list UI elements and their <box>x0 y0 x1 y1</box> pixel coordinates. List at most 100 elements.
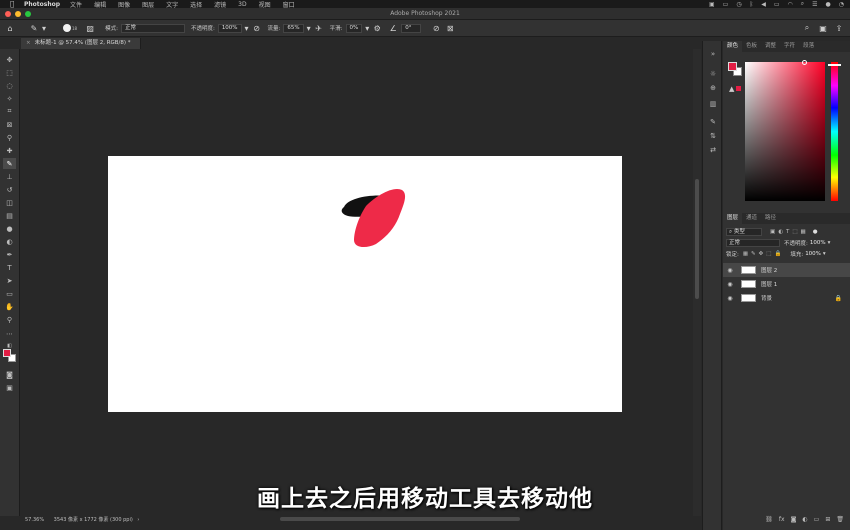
path-selection-tool-icon[interactable]: ➤ <box>3 275 16 286</box>
layer-filter-select[interactable]: ⌕ 类型 <box>726 227 762 236</box>
hue-slider[interactable] <box>831 62 838 201</box>
eraser-tool-icon[interactable]: ◫ <box>3 197 16 208</box>
screen-icon[interactable]: ▣ <box>709 1 715 8</box>
flow-field[interactable]: 65% <box>283 23 304 33</box>
search-icon[interactable]: ⌕ <box>802 23 812 33</box>
app-name-menu[interactable]: Photoshop <box>24 1 60 8</box>
paths-panel-icon[interactable] <box>707 141 719 151</box>
layer-opacity-value[interactable]: 100% <box>810 240 826 246</box>
blur-tool-icon[interactable]: ● <box>3 223 16 234</box>
eye-icon[interactable]: ◉ <box>725 295 735 302</box>
zoom-tool-icon[interactable]: ⚲ <box>3 314 16 325</box>
document-tab[interactable]: × 未标题-1 @ 57.4% (图层 2, RGB/8) * <box>21 38 141 49</box>
rectangle-tool-icon[interactable]: ▭ <box>3 288 16 299</box>
tab-paths[interactable]: 路径 <box>761 213 780 224</box>
brush-tool-icon[interactable]: ✎ <box>3 158 16 169</box>
chevron-down-icon[interactable]: ▾ <box>828 240 831 246</box>
lasso-tool-icon[interactable]: ◌ <box>3 80 16 91</box>
tab-channels[interactable]: 通道 <box>742 213 761 224</box>
vertical-scrollbar[interactable] <box>693 49 701 516</box>
new-group-icon[interactable]: ▭ <box>814 516 820 523</box>
new-layer-icon[interactable]: ⊞ <box>825 516 830 523</box>
history-panel-icon[interactable]: ☼ <box>707 69 719 79</box>
panel-foreground-swatch[interactable] <box>728 62 737 71</box>
chevron-down-icon[interactable]: ▾ <box>823 251 826 257</box>
fill-value[interactable]: 100% <box>805 251 821 257</box>
tab-adjustments[interactable]: 调整 <box>761 41 780 52</box>
opacity-field[interactable]: 100% <box>217 23 242 33</box>
filter-toggle-icon[interactable]: ● <box>813 229 818 235</box>
chevron-down-icon[interactable]: ▾ <box>39 23 49 33</box>
pressure-size-icon[interactable]: ⊘ <box>431 23 441 33</box>
canvas-area[interactable] <box>21 49 694 516</box>
mode-select[interactable]: 正常 <box>120 23 185 33</box>
display-icon[interactable]: ▭ <box>723 1 729 8</box>
document-canvas[interactable] <box>108 156 622 412</box>
apple-icon[interactable]:  <box>10 0 20 8</box>
hue-slider-marker[interactable] <box>828 64 841 66</box>
layer-row-layer-2[interactable]: ◉ 图层 2 <box>723 263 850 277</box>
bluetooth-icon[interactable]: ᛒ <box>750 1 754 8</box>
gradient-tool-icon[interactable]: ▤ <box>3 210 16 221</box>
lock-icons[interactable]: ▦✎✥⬚🔒 <box>743 251 784 257</box>
brush-preset-picker[interactable]: 18 <box>63 24 77 32</box>
volume-icon[interactable]: ◀ <box>761 1 766 8</box>
foreground-color-swatch[interactable] <box>3 349 11 357</box>
control-center-icon[interactable]: ☰ <box>812 1 817 8</box>
eye-icon[interactable]: ◉ <box>725 281 735 288</box>
clock-icon[interactable]: ◷ <box>736 1 741 8</box>
chevron-down-icon[interactable]: ▾ <box>362 23 372 33</box>
siri-icon[interactable]: ● <box>826 1 831 8</box>
angle-field[interactable]: 0° <box>401 23 422 33</box>
gear-icon[interactable]: ⚙ <box>372 23 382 33</box>
adjustments-panel-icon[interactable]: ⇅ <box>707 131 719 141</box>
hand-tool-icon[interactable]: ✋ <box>3 301 16 312</box>
type-tool-icon[interactable]: T <box>3 262 16 273</box>
zoom-level[interactable]: 57.36% <box>25 517 44 523</box>
adjustment-layer-icon[interactable]: ◐ <box>802 516 807 523</box>
marquee-tool-icon[interactable]: ⬚ <box>3 67 16 78</box>
expand-panels-icon[interactable]: » <box>707 49 719 59</box>
blend-mode-select[interactable]: 正常 <box>726 238 780 247</box>
eye-icon[interactable]: ◉ <box>725 267 735 274</box>
battery-icon[interactable]: ▭ <box>774 1 780 8</box>
airbrush-icon[interactable]: ✈ <box>314 23 324 33</box>
layer-row-background[interactable]: ◉ 背景 🔒 <box>723 291 850 305</box>
tab-layers[interactable]: 图层 <box>723 213 743 224</box>
menu-3d[interactable]: 3D <box>238 1 246 8</box>
magic-wand-tool-icon[interactable]: ✧ <box>3 93 16 104</box>
fx-icon[interactable]: fx <box>779 516 785 523</box>
pen-tool-icon[interactable]: ✒ <box>3 249 16 260</box>
clone-stamp-tool-icon[interactable]: ⊥ <box>3 171 16 182</box>
document-info[interactable]: 3543 像素 x 1772 像素 (300 ppi) <box>54 517 133 523</box>
pressure-opacity-icon[interactable]: ⊘ <box>252 23 262 33</box>
search-icon[interactable]: ⌕ <box>801 0 804 8</box>
workspace-icon[interactable]: ▣ <box>818 23 828 33</box>
smoothing-field[interactable]: 0% <box>345 23 363 33</box>
tab-swatches[interactable]: 色板 <box>742 41 761 52</box>
home-icon[interactable]: ⌂ <box>5 23 15 33</box>
eyedropper-tool-icon[interactable]: ⚲ <box>3 132 16 143</box>
add-mask-icon[interactable]: ◙ <box>791 516 797 523</box>
frame-tool-icon[interactable]: ⊠ <box>3 119 16 130</box>
scroll-thumb[interactable] <box>695 179 699 299</box>
gamut-swatch[interactable] <box>736 86 741 91</box>
symmetry-icon[interactable]: ⊠ <box>445 23 455 33</box>
chevron-down-icon[interactable]: ▾ <box>304 23 314 33</box>
wifi-icon[interactable]: ◠ <box>787 1 792 8</box>
brush-settings-panel-icon[interactable]: ✎ <box>707 117 719 127</box>
layer-filter-icons[interactable]: ▣◐T⬚▦ <box>770 229 809 235</box>
brush-tool-icon[interactable]: ✎ <box>29 23 39 33</box>
layer-row-layer-1[interactable]: ◉ 图层 1 <box>723 277 850 291</box>
move-tool-icon[interactable]: ✥ <box>3 54 16 65</box>
history-brush-tool-icon[interactable]: ↺ <box>3 184 16 195</box>
tab-paragraph[interactable]: 段落 <box>799 41 818 52</box>
quick-mask-icon[interactable]: ◙ <box>3 369 16 380</box>
tab-color[interactable]: 颜色 <box>723 41 743 52</box>
tab-character[interactable]: 字符 <box>780 41 799 52</box>
link-layers-icon[interactable]: ⛓ <box>765 516 773 523</box>
crop-tool-icon[interactable]: ⌗ <box>3 106 16 117</box>
more-tools-icon[interactable]: ⋯ <box>3 328 16 339</box>
dodge-tool-icon[interactable]: ◐ <box>3 236 16 247</box>
color-field[interactable] <box>745 62 825 201</box>
